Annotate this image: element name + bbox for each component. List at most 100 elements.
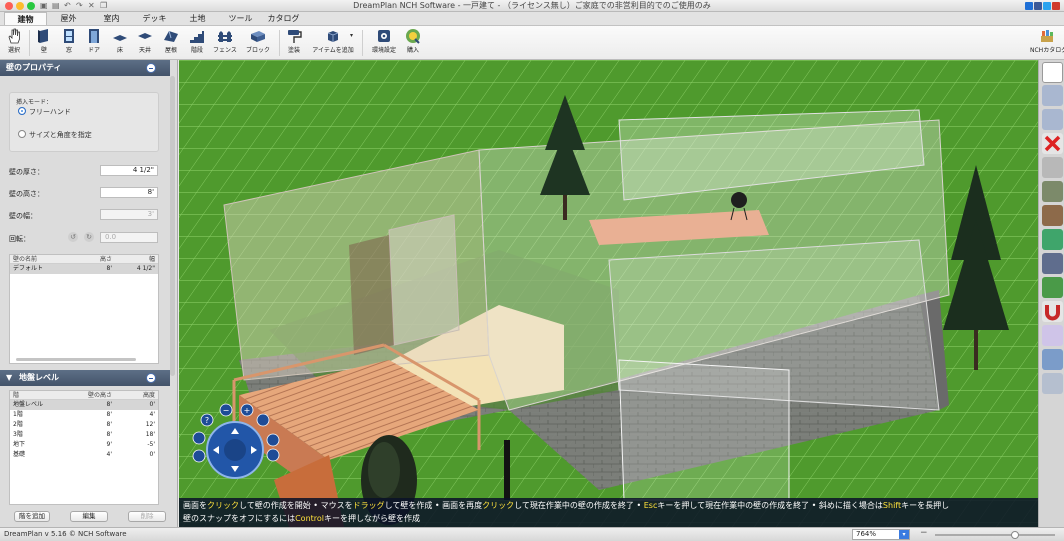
tilt-up-icon[interactable] xyxy=(266,433,280,447)
block-tool-button[interactable]: ブロック xyxy=(245,28,271,58)
table-row[interactable]: 地下 9' -5' xyxy=(10,440,158,450)
edit-floor-button[interactable]: 編集 xyxy=(70,511,108,522)
3d-viewport[interactable]: ? − + xyxy=(179,60,1038,527)
paint-tool-button[interactable]: 塗装 xyxy=(281,28,307,58)
floorplan-icon[interactable] xyxy=(1042,325,1063,346)
zoom-slider[interactable] xyxy=(935,531,1055,539)
fence-tool-button[interactable]: フェンス xyxy=(212,28,238,58)
wall-tool-button[interactable]: 壁 xyxy=(31,28,57,58)
tab-catalog[interactable]: カタログ xyxy=(262,12,305,25)
tab-building[interactable]: 建物 xyxy=(4,12,47,25)
rotate-left-icon[interactable]: ↺ xyxy=(68,232,78,242)
table-row[interactable]: 1階 8' 4' xyxy=(10,410,158,420)
stairs-tool-button[interactable]: 階段 xyxy=(184,28,210,58)
toolbar-divider xyxy=(362,30,363,56)
hint-text: 画面を xyxy=(183,501,207,510)
door-tool-button[interactable]: ドア xyxy=(81,28,107,58)
pointer-icon[interactable] xyxy=(1042,85,1063,106)
navigation-center[interactable] xyxy=(224,439,246,461)
hint-line-1: 画面をクリックして壁の作成を開始 • マウスをドラッグして壁を作成 • 画面を再… xyxy=(183,499,1034,512)
snapshot-icon[interactable] xyxy=(1042,253,1063,274)
freehand-label: フリーハンド xyxy=(29,108,71,116)
add-floor-button[interactable]: 階を追加 xyxy=(14,511,50,522)
hint-text: して現在作業中の壁の作成を終了 • xyxy=(514,501,644,510)
materials-icon[interactable] xyxy=(1042,229,1063,250)
window-icon xyxy=(64,29,74,43)
camera-icon[interactable] xyxy=(256,413,270,427)
cell: 地下 xyxy=(13,441,26,448)
wall-thickness-input[interactable]: 4 1/2" xyxy=(100,165,158,176)
expand-arrow-icon[interactable]: ▼ xyxy=(6,373,12,382)
floor-tool-button[interactable]: 床 xyxy=(107,28,133,58)
column-header: 幅 xyxy=(148,256,155,263)
collapse-wall-properties-button[interactable] xyxy=(146,63,156,73)
column-header: 高度 xyxy=(142,392,155,399)
tilt-down-icon[interactable] xyxy=(266,448,280,462)
buy-icon xyxy=(406,29,420,44)
size-angle-radio[interactable] xyxy=(18,130,26,138)
catalog-icon xyxy=(1041,30,1053,42)
zoom-select[interactable]: 764% ▾ xyxy=(852,529,910,540)
add-item-dropdown-icon[interactable]: ▾ xyxy=(350,32,353,39)
table-row[interactable]: 3階 8' 18' xyxy=(10,430,158,440)
column-header: 壁の名前 xyxy=(13,256,38,263)
tab-interior[interactable]: 室内 xyxy=(90,12,133,25)
magnet-icon[interactable] xyxy=(1042,301,1063,322)
toolbar-divider xyxy=(279,30,280,56)
ceiling-tool-button[interactable]: 天井 xyxy=(132,28,158,58)
insert-mode-group: 挿入モード： フリーハンド サイズと角度を指定 xyxy=(9,92,159,152)
table-row[interactable]: デフォルト 8' 4 1/2" xyxy=(10,264,158,274)
delete-object-icon[interactable] xyxy=(1042,133,1063,154)
eye-icon[interactable] xyxy=(192,449,206,463)
wall-icon xyxy=(38,29,48,43)
status-bar: DreamPlan v 5.16 © NCH Software 764% ▾ − xyxy=(0,527,1064,541)
rotation-input[interactable]: 0.0 xyxy=(100,232,158,243)
facebook-icon[interactable] xyxy=(1034,2,1042,10)
cell: 1階 xyxy=(13,411,23,418)
tab-deck[interactable]: デッキ xyxy=(133,12,176,25)
orbit-icon[interactable] xyxy=(1042,109,1063,130)
wall-height-input[interactable]: 8' xyxy=(100,187,158,198)
wall-width-input[interactable]: 3' xyxy=(100,209,158,220)
delete-floor-button[interactable]: 削除 xyxy=(128,511,166,522)
youtube-icon[interactable] xyxy=(1052,2,1060,10)
hint-keyword: クリック xyxy=(207,501,239,510)
left-panel-scrollbar[interactable] xyxy=(170,76,175,376)
settings-button[interactable]: 環境設定 xyxy=(369,28,399,58)
freehand-radio[interactable] xyxy=(18,107,26,115)
roof-tool-button[interactable]: 屋根 xyxy=(158,28,184,58)
tab-land[interactable]: 土地 xyxy=(176,12,219,25)
pan-hand-icon[interactable] xyxy=(1042,62,1063,83)
select-tool-button[interactable]: 選択 xyxy=(1,28,27,58)
table-row[interactable]: 地盤レベル 8' 0' xyxy=(10,400,158,410)
rotate-right-icon[interactable]: ↻ xyxy=(84,232,94,242)
3d-view-icon[interactable] xyxy=(1042,181,1063,202)
tab-exterior[interactable]: 屋外 xyxy=(47,12,90,25)
svg-text:−: − xyxy=(223,406,230,415)
zoom-minus-icon[interactable]: − xyxy=(920,528,928,538)
table-row[interactable]: 基礎 4' 0' xyxy=(10,450,158,460)
reset-view-icon[interactable] xyxy=(192,431,206,445)
render-icon[interactable] xyxy=(1042,373,1063,394)
hint-line-2: 壁のスナップをオフにするにはControlキーを押しながら壁を作成 xyxy=(183,512,1034,525)
cell: -5' xyxy=(147,441,155,448)
copy-object-icon[interactable] xyxy=(1042,157,1063,178)
collapse-floor-levels-button[interactable] xyxy=(146,373,156,383)
terrain-icon[interactable] xyxy=(1042,205,1063,226)
add-item-button[interactable]: アイテムを追加 xyxy=(312,28,354,58)
buy-button[interactable]: 購入 xyxy=(400,28,426,58)
grid-icon[interactable] xyxy=(1042,277,1063,298)
compass-icon[interactable] xyxy=(1042,349,1063,370)
chevron-down-icon[interactable]: ▾ xyxy=(899,530,909,539)
tab-tools[interactable]: ツール xyxy=(219,12,262,25)
twitter-icon[interactable] xyxy=(1043,2,1051,10)
share-icon[interactable] xyxy=(1025,2,1033,10)
3d-scene[interactable]: ? − + xyxy=(179,60,1038,527)
cell: 地盤レベル xyxy=(13,401,44,408)
nch-catalog-button[interactable]: NCHカタログ xyxy=(1030,28,1064,58)
column-header: 高さ xyxy=(99,256,112,263)
table-row[interactable]: 2階 8' 12' xyxy=(10,420,158,430)
window-tool-button[interactable]: 窓 xyxy=(56,28,82,58)
zoom-slider-knob[interactable] xyxy=(1011,531,1020,539)
table-hscrollbar[interactable] xyxy=(16,358,136,361)
